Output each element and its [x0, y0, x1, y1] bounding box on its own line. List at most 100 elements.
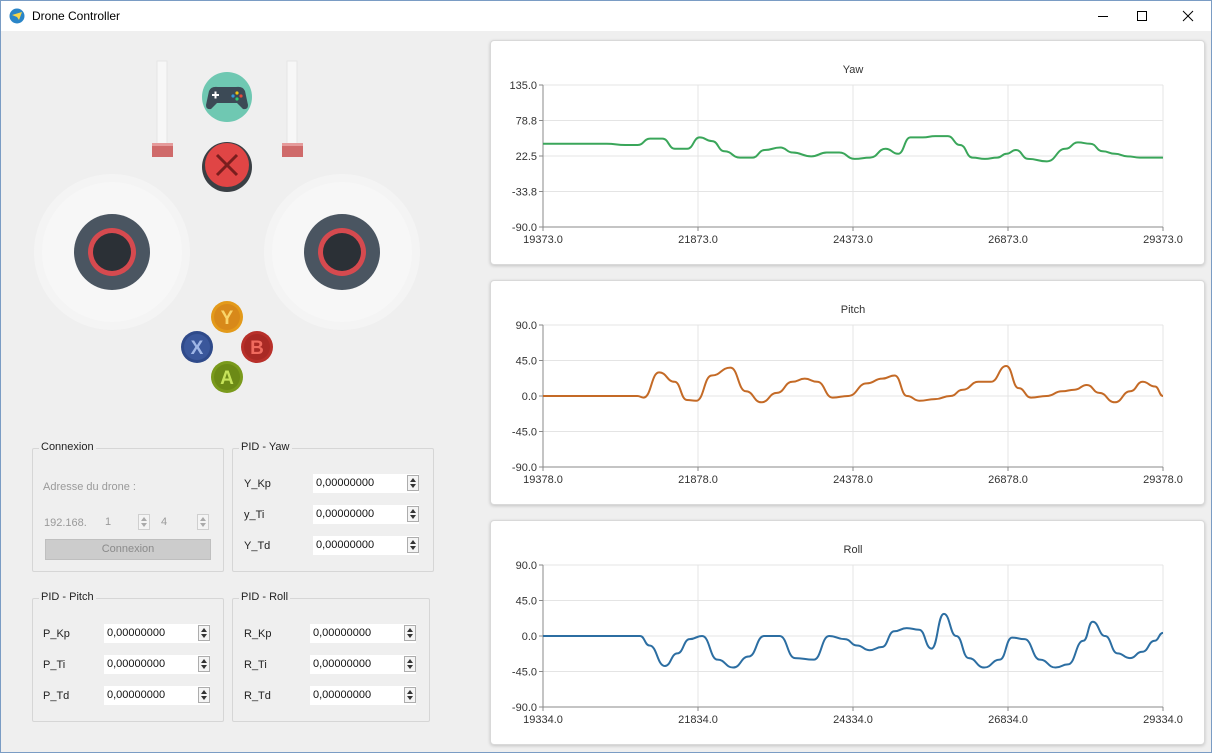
pid-pitch-group: PID - Pitch P_Kp 0,00000000 P_Ti 0,00000…	[32, 591, 224, 722]
svg-text:B: B	[250, 338, 264, 359]
b-button[interactable]: B	[241, 331, 273, 363]
x-tick-label: 26873.0	[988, 234, 1028, 246]
y-tick-label: 78.8	[516, 116, 537, 128]
gamepad-svg: Y X B A	[34, 60, 420, 393]
title-bar: Drone Controller	[1, 1, 1211, 31]
pid-roll-kp-input[interactable]: 0,00000000	[310, 624, 416, 643]
maximize-icon	[1137, 11, 1147, 21]
spin-arrows-icon[interactable]	[198, 687, 210, 703]
pid-yaw-kp-label: Y_Kp	[244, 478, 271, 490]
pid-pitch-ti-input[interactable]: 0,00000000	[104, 655, 210, 674]
spin-arrows-icon[interactable]	[407, 475, 419, 491]
maximize-button[interactable]	[1119, 1, 1165, 31]
pid-yaw-ti-label: y_Ti	[244, 509, 265, 521]
y-tick-label: 90.0	[516, 320, 537, 332]
connexion-group: Connexion Adresse du drone : 192.168. 1 …	[32, 441, 224, 572]
pid-pitch-title: PID - Pitch	[39, 591, 96, 603]
spin-arrows-icon[interactable]	[138, 514, 150, 530]
x-tick-label: 21878.0	[678, 474, 718, 486]
spin-arrows-icon[interactable]	[407, 537, 419, 553]
pid-yaw-group: PID - Yaw Y_Kp 0,00000000 y_Ti 0,0000000…	[232, 441, 434, 572]
spin-arrows-icon[interactable]	[404, 656, 416, 672]
x-tick-label: 19378.0	[523, 474, 563, 486]
y-tick-label: -90.0	[512, 462, 537, 474]
x-tick-label: 29373.0	[1143, 234, 1183, 246]
left-trigger[interactable]	[152, 60, 173, 157]
connexion-button[interactable]: Connexion	[45, 539, 211, 560]
chart-title: Roll	[844, 544, 863, 556]
right-joystick[interactable]	[264, 174, 420, 330]
x-tick-label: 21834.0	[678, 714, 718, 726]
x-tick-label: 24373.0	[833, 234, 873, 246]
pid-roll-ti-label: R_Ti	[244, 659, 267, 671]
yaw-chart: Yaw 135.0 78.8 22.5 -33.8 -90.019373.0 21873.0…	[509, 64, 1183, 246]
a-button[interactable]: A	[211, 361, 243, 393]
x-tick-label: 19373.0	[523, 234, 563, 246]
spin-arrows-icon[interactable]	[404, 625, 416, 641]
pid-roll-ti-input[interactable]: 0,00000000	[310, 655, 416, 674]
pid-pitch-kp-input[interactable]: 0,00000000	[104, 624, 210, 643]
close-button[interactable]	[1165, 1, 1211, 31]
address-label: Adresse du drone :	[43, 481, 136, 493]
x-tick-label: 24334.0	[833, 714, 873, 726]
svg-text:Y: Y	[221, 308, 234, 329]
pid-roll-group: PID - Roll R_Kp 0,00000000 R_Ti 0,000000…	[232, 591, 430, 722]
y-tick-label: -33.8	[512, 187, 537, 199]
pid-yaw-kp-input[interactable]: 0,00000000	[313, 474, 419, 493]
pid-pitch-td-input[interactable]: 0,00000000	[104, 686, 210, 705]
main-window: Drone Controller Y X B A Connexion Adres…	[0, 0, 1212, 753]
x-tick-label: 26878.0	[988, 474, 1028, 486]
spin-arrows-icon[interactable]	[198, 625, 210, 641]
spin-arrows-icon[interactable]	[197, 514, 209, 530]
x-button[interactable]: X	[181, 331, 213, 363]
pid-roll-td-label: R_Td	[244, 690, 271, 702]
close-icon	[1182, 10, 1194, 22]
ip-octet3-spinbox[interactable]: 1	[102, 513, 150, 532]
y-tick-label: 45.0	[516, 596, 537, 608]
x-tick-label: 24378.0	[833, 474, 873, 486]
pid-roll-title: PID - Roll	[239, 591, 291, 603]
pid-yaw-td-label: Y_Td	[244, 540, 271, 552]
gamepad-icon[interactable]	[202, 72, 252, 122]
spin-arrows-icon[interactable]	[407, 506, 419, 522]
left-joystick[interactable]	[34, 174, 190, 330]
y-tick-label: -45.0	[512, 427, 537, 439]
ip-prefix: 192.168.	[44, 517, 87, 529]
svg-text:A: A	[220, 368, 234, 389]
x-tick-label: 21873.0	[678, 234, 718, 246]
pid-roll-td-input[interactable]: 0,00000000	[310, 686, 416, 705]
spin-arrows-icon[interactable]	[404, 687, 416, 703]
spin-arrows-icon[interactable]	[198, 656, 210, 672]
connexion-title: Connexion	[39, 441, 96, 453]
y-tick-label: 45.0	[516, 356, 537, 368]
pid-pitch-ti-label: P_Ti	[43, 659, 66, 671]
svg-text:X: X	[191, 338, 204, 359]
stop-button[interactable]	[202, 142, 252, 192]
minimize-icon	[1098, 16, 1108, 17]
y-tick-label: 22.5	[516, 151, 537, 163]
y-tick-label: -90.0	[512, 702, 537, 714]
pid-yaw-ti-input[interactable]: 0,00000000	[313, 505, 419, 524]
pid-pitch-kp-label: P_Kp	[43, 628, 70, 640]
y-tick-label: -90.0	[512, 222, 537, 234]
y-button[interactable]: Y	[211, 301, 243, 333]
x-tick-label: 26834.0	[988, 714, 1028, 726]
pid-pitch-td-label: P_Td	[43, 690, 70, 702]
roll-chart-panel: Roll 90.0 45.0 0.0 -45.0 -90.0 19334.0 21834.0 2…	[490, 520, 1205, 745]
gamepad-area: Y X B A Connexion Adresse du drone : 192…	[1, 31, 481, 752]
y-tick-label: -45.0	[512, 667, 537, 679]
window-title: Drone Controller	[32, 9, 121, 23]
ip-octet4-spinbox[interactable]: 4	[158, 513, 209, 532]
pitch-chart: Pitch 90.0 45.0 0.0 -45.0 -90.019378.0 21878.0…	[512, 304, 1183, 486]
app-icon	[9, 8, 25, 24]
x-tick-label: 29378.0	[1143, 474, 1183, 486]
right-trigger[interactable]	[282, 60, 303, 157]
chart-title: Yaw	[843, 64, 864, 76]
roll-chart: Roll 90.0 45.0 0.0 -45.0 -90.019334.0 21834.0 2…	[512, 544, 1183, 726]
y-tick-label: 90.0	[516, 560, 537, 572]
y-tick-label: 0.0	[522, 631, 537, 643]
pid-roll-kp-label: R_Kp	[244, 628, 272, 640]
pid-yaw-td-input[interactable]: 0,00000000	[313, 536, 419, 555]
pid-yaw-title: PID - Yaw	[239, 441, 292, 453]
x-tick-label: 29334.0	[1143, 714, 1183, 726]
